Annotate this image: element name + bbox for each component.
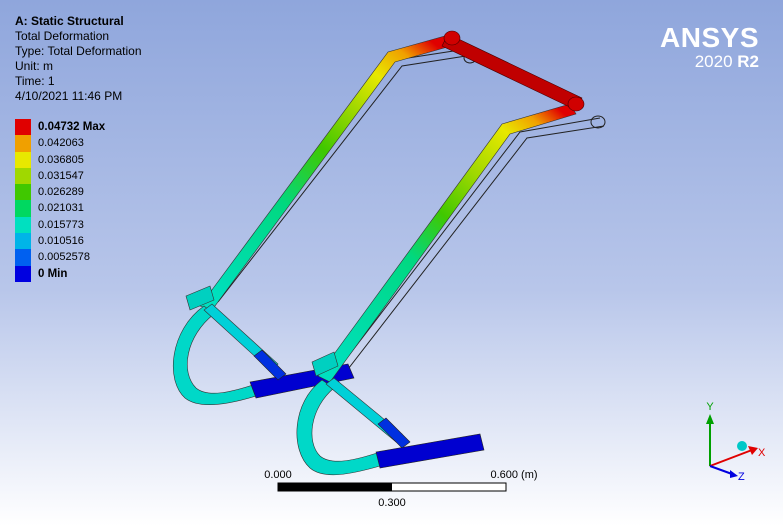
coordinate-triad[interactable]: Y X Z [706, 401, 766, 483]
right-frame[interactable] [296, 103, 577, 476]
model-viewport[interactable]: Y X Z 0.000 0.600 (m) 0.300 [0, 0, 783, 526]
scale-bar: 0.000 0.600 (m) 0.300 [264, 469, 537, 509]
triad-z-label: Z [738, 471, 745, 483]
triad-y-label: Y [706, 401, 714, 413]
scale-mid-label: 0.300 [378, 497, 406, 509]
scale-left-label: 0.000 [264, 469, 292, 481]
left-frame[interactable] [172, 33, 459, 406]
scale-right-label: 0.600 (m) [490, 469, 537, 481]
handle-bar[interactable] [441, 30, 585, 112]
triad-x-label: X [758, 447, 766, 459]
